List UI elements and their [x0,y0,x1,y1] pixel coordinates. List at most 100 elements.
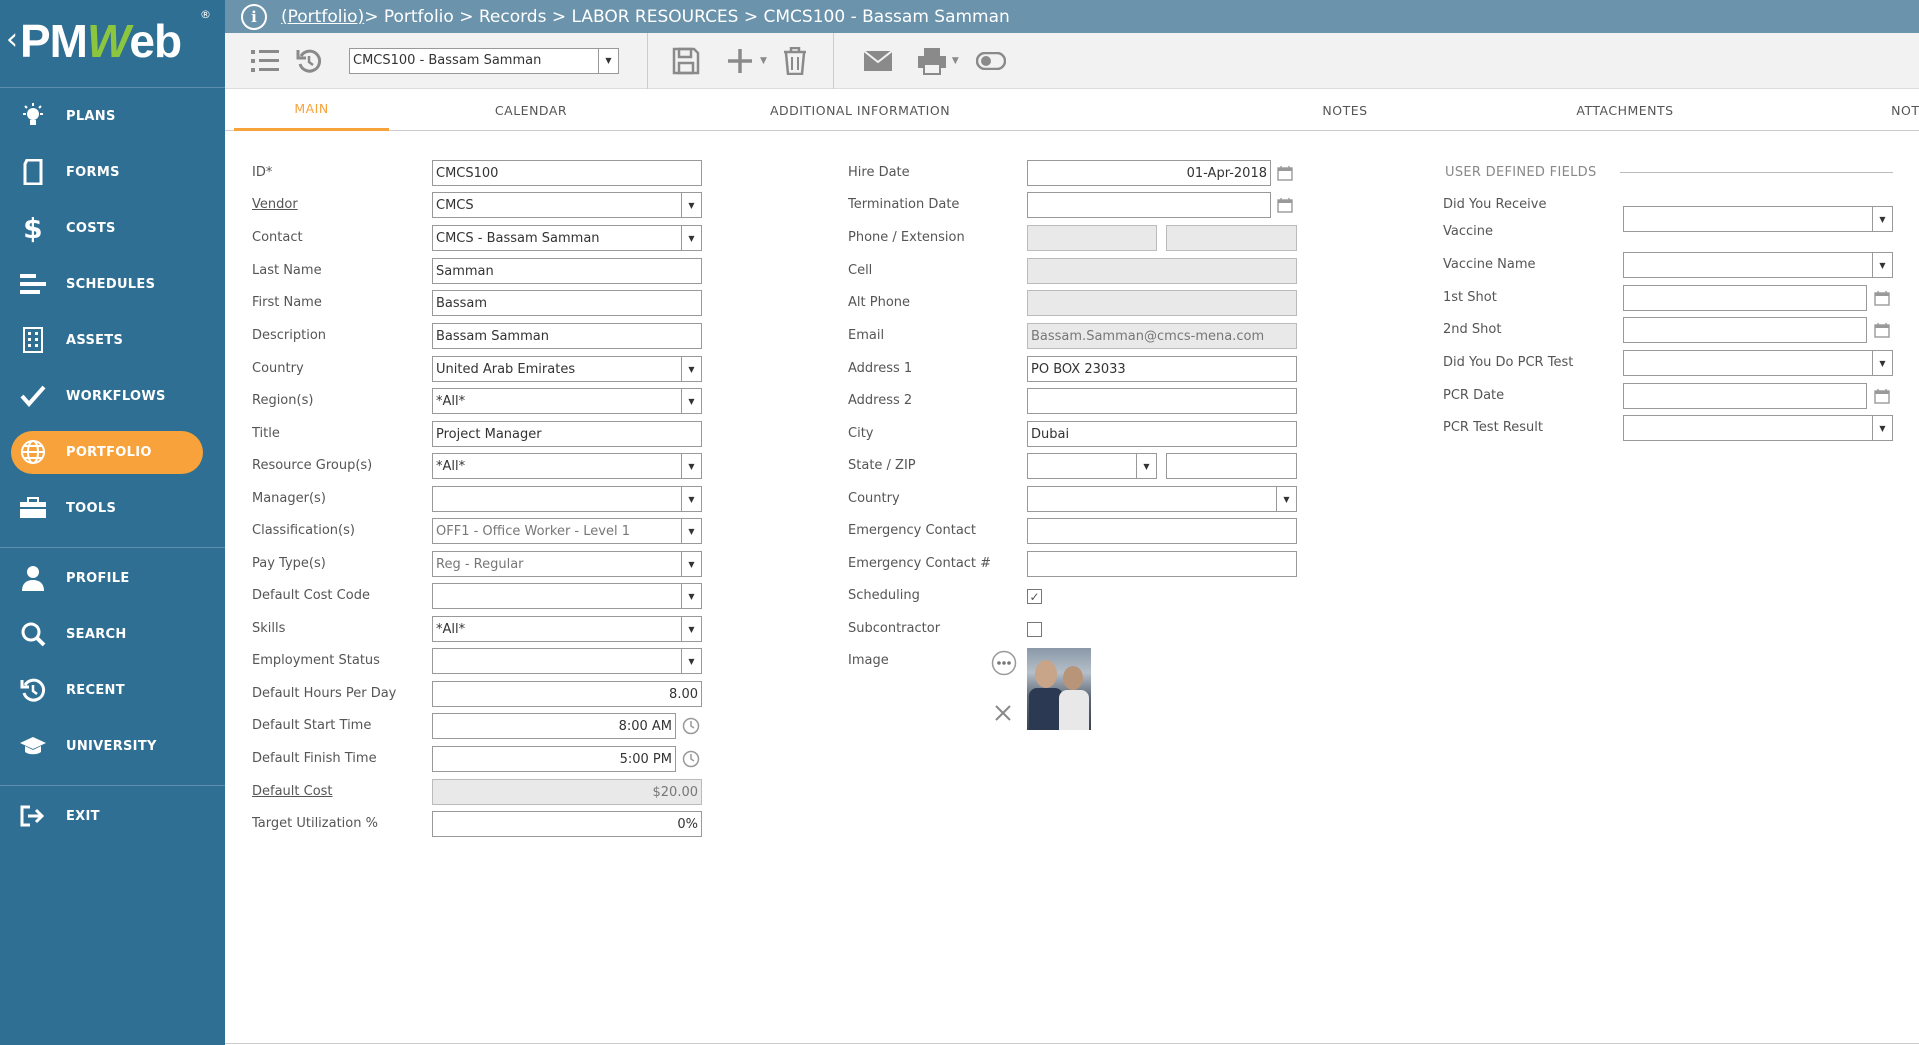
remove-image-icon[interactable] [992,702,1014,724]
pcr-date-label: PCR Date [1443,388,1505,403]
delete-icon[interactable] [777,43,813,79]
info-icon[interactable]: i [241,3,267,30]
calendar-icon[interactable] [1872,320,1892,340]
print-dropdown-icon[interactable]: ▼ [952,56,959,66]
pay-types-select[interactable]: Reg - Regular ▼ [432,551,702,577]
hours-per-day-input[interactable]: 8.00 [432,681,702,707]
id-input[interactable]: CMCS100 [432,160,702,186]
subcontractor-checkbox[interactable] [1027,622,1042,637]
add-dropdown-icon[interactable]: ▼ [760,56,767,66]
save-icon[interactable] [668,43,704,79]
nav-profile[interactable]: PROFILE [0,550,225,606]
tab-additional-information[interactable]: ADDITIONAL INFORMATION [755,89,965,131]
skills-select[interactable]: *All* ▼ [432,616,702,642]
calendar-icon[interactable] [1275,195,1295,215]
regions-select[interactable]: *All* ▼ [432,388,702,414]
building-icon [18,325,48,355]
classifications-select[interactable]: OFF1 - Office Worker - Level 1 ▼ [432,518,702,544]
chevron-down-icon: ▼ [1872,207,1892,231]
cell-input [1027,258,1297,284]
phone-input [1027,225,1157,251]
history-icon[interactable] [291,43,327,79]
email-icon[interactable] [860,43,896,79]
toggle-icon[interactable] [973,43,1009,79]
tab-notes[interactable]: NOTES [1305,89,1385,131]
nav-exit[interactable]: EXIT [0,788,225,844]
country-select[interactable]: United Arab Emirates ▼ [432,356,702,382]
vaccine-name-label: Vaccine Name [1443,257,1536,272]
nav-costs[interactable]: $ COSTS [0,200,225,256]
second-shot-input[interactable] [1623,317,1867,343]
address1-input[interactable]: PO BOX 23033 [1027,356,1297,382]
zip-input[interactable] [1166,453,1297,479]
nav-assets[interactable]: ASSETS [0,312,225,368]
gantt-icon [18,269,48,299]
breadcrumb: i (Portfolio) > Portfolio > Records > LA… [225,0,1919,33]
vendor-link[interactable]: Vendor [252,197,298,212]
tab-calendar[interactable]: CALENDAR [431,89,631,131]
address2-input[interactable] [1027,388,1297,414]
state-select[interactable]: ▼ [1027,453,1157,479]
pcr-date-input[interactable] [1623,383,1867,409]
back-chevron-icon[interactable]: ‹ [6,22,18,57]
calendar-icon[interactable] [1872,288,1892,308]
nav-forms[interactable]: FORMS [0,144,225,200]
vaccine-name-select[interactable]: ▼ [1623,252,1893,278]
record-select[interactable]: CMCS100 - Bassam Samman ▼ [349,47,619,74]
second-shot-label: 2nd Shot [1443,322,1502,337]
employment-status-select[interactable]: ▼ [432,648,702,674]
chevron-down-icon: ▼ [681,649,701,673]
breadcrumb-portfolio-link[interactable]: (Portfolio) [281,7,364,27]
tab-main[interactable]: MAIN [234,89,389,131]
tab-notifications[interactable]: NOTIFICATIONS [1880,89,1919,131]
title-input[interactable]: Project Manager [432,421,702,447]
tab-attachments[interactable]: ATTACHMENTS [1570,89,1680,131]
target-utilization-input[interactable]: 0% [432,811,702,837]
nav-plans[interactable]: PLANS [0,88,225,144]
default-cost-code-select[interactable]: ▼ [432,583,702,609]
exit-icon [18,801,48,831]
contact-select[interactable]: CMCS - Bassam Samman ▼ [432,225,702,251]
add-icon[interactable] [722,43,758,79]
last-name-label: Last Name [252,263,322,278]
nav-schedules[interactable]: SCHEDULES [0,256,225,312]
list-icon[interactable] [247,43,283,79]
hire-date-input[interactable]: 01-Apr-2018 [1027,160,1271,186]
chevron-down-icon: ▼ [681,226,701,250]
finish-time-input[interactable]: 5:00 PM [432,746,676,772]
first-name-input[interactable]: Bassam [432,290,702,316]
resource-groups-select[interactable]: *All* ▼ [432,453,702,479]
pmweb-logo[interactable]: ‹ PMWeb ® [0,0,225,88]
default-cost-link[interactable]: Default Cost [252,784,333,799]
pcr-question-label: Did You Do PCR Test [1443,355,1574,370]
country2-select[interactable]: ▼ [1027,486,1297,512]
nav-university[interactable]: UNIVERSITY [0,718,225,774]
pcr-question-select[interactable]: ▼ [1623,350,1893,376]
nav-search[interactable]: SEARCH [0,606,225,662]
termination-date-input[interactable] [1027,192,1271,218]
description-input[interactable]: Bassam Samman [432,323,702,349]
print-icon[interactable] [914,43,950,79]
clock-icon[interactable] [681,716,701,736]
nav-portfolio[interactable]: PORTFOLIO [0,424,225,480]
vendor-select[interactable]: CMCS ▼ [432,192,702,218]
nav-tools[interactable]: TOOLS [0,480,225,536]
emergency-contact-input[interactable] [1027,518,1297,544]
termination-date-label: Termination Date [848,197,960,212]
first-shot-input[interactable] [1623,285,1867,311]
city-input[interactable]: Dubai [1027,421,1297,447]
vaccine-question-select[interactable]: ▼ [1623,206,1893,232]
emergency-contact-number-input[interactable] [1027,551,1297,577]
nav-recent[interactable]: RECENT [0,662,225,718]
clock-icon[interactable] [681,749,701,769]
start-time-input[interactable]: 8:00 AM [432,713,676,739]
nav-workflows[interactable]: WORKFLOWS [0,368,225,424]
scheduling-checkbox[interactable]: ✓ [1027,589,1042,604]
managers-select[interactable]: ▼ [432,486,702,512]
more-options-icon[interactable] [991,650,1017,676]
chevron-down-icon: ▼ [681,357,701,381]
calendar-icon[interactable] [1872,386,1892,406]
pcr-result-select[interactable]: ▼ [1623,415,1893,441]
calendar-icon[interactable] [1275,163,1295,183]
last-name-input[interactable]: Samman [432,258,702,284]
